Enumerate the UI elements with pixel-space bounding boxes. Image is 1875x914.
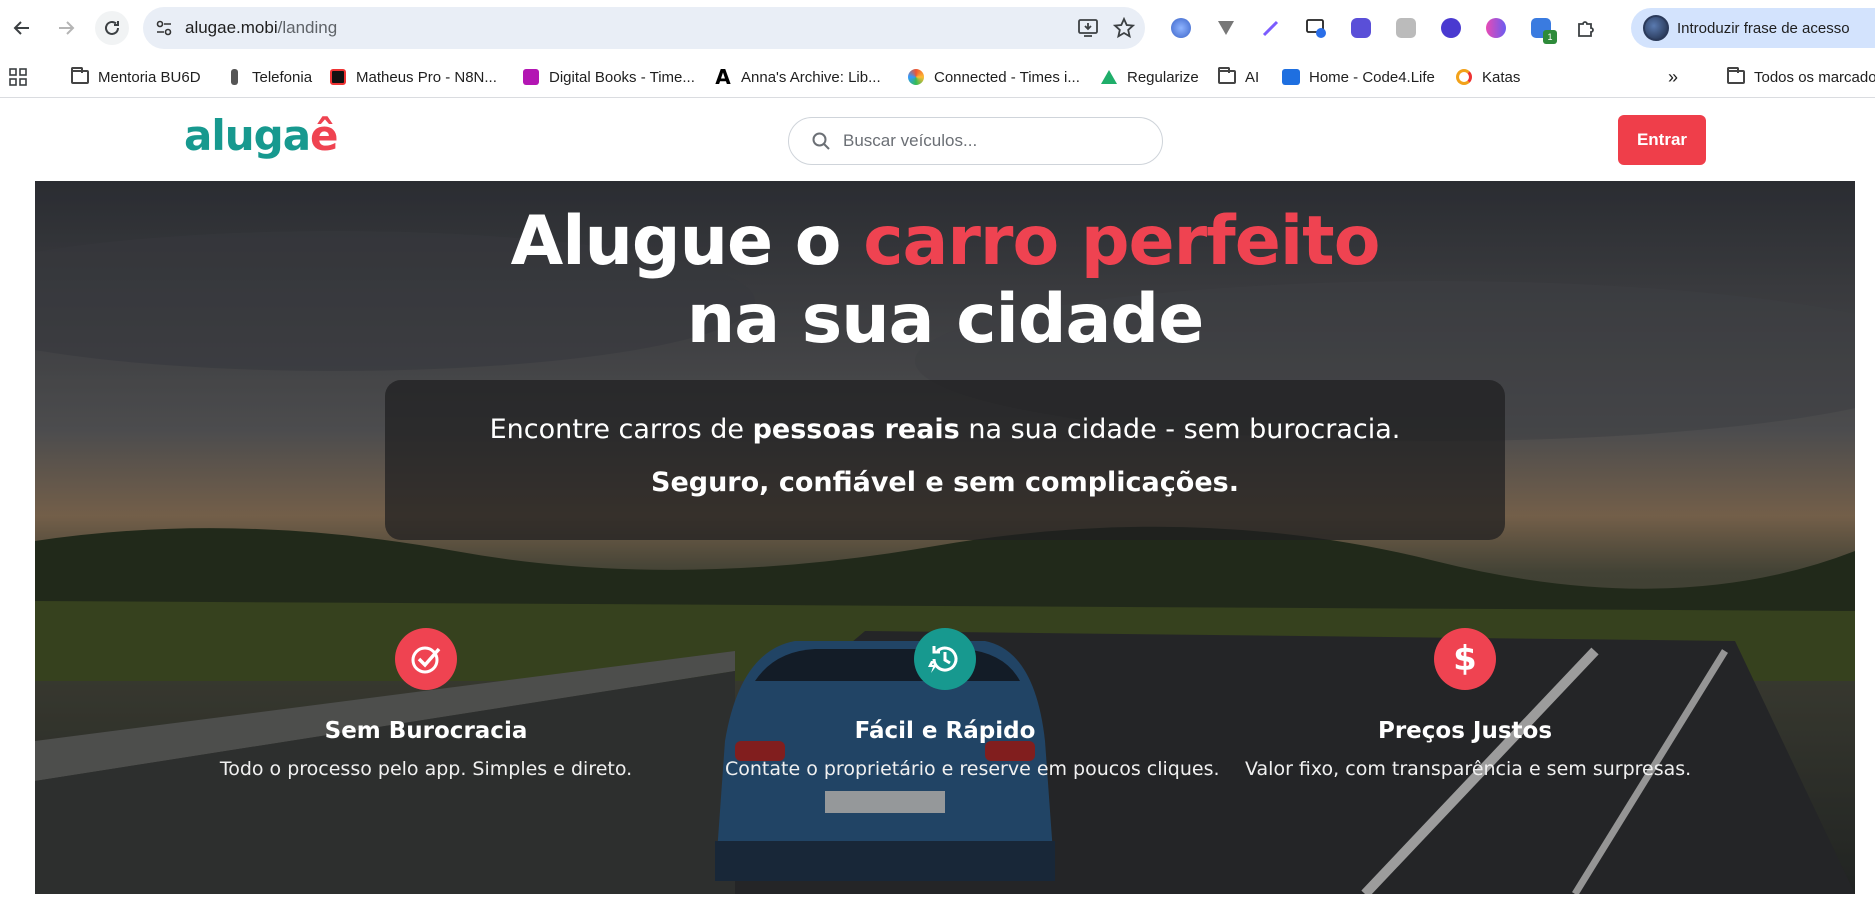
katas-icon: [1455, 68, 1473, 86]
hero-section: Alugue o carro perfeito na sua cidade En…: [35, 181, 1855, 894]
browser-toolbar: alugae.mobi/landing 1 Introduzir frase d…: [0, 0, 1875, 56]
bookmarks-bar: Mentoria BU6D Telefonia Matheus Pro - N8…: [0, 56, 1875, 98]
site-header: alugaê Entrar: [0, 99, 1875, 181]
alugae-logo[interactable]: alugaê: [184, 111, 339, 160]
reload-icon: [105, 20, 119, 35]
folder-icon: [1727, 67, 1745, 86]
bookmark-star-icon[interactable]: [1113, 17, 1135, 39]
extension-brain-icon[interactable]: [1478, 10, 1514, 46]
site-info-icon[interactable]: [147, 11, 181, 45]
bookmark-regularize[interactable]: Regularize: [1100, 56, 1199, 98]
search-icon: [812, 132, 830, 150]
extensions-puzzle-icon[interactable]: [1568, 10, 1604, 46]
bookmark-telefonia[interactable]: Telefonia: [225, 56, 312, 98]
feature-precos-justos: $ Preços Justos Valor fixo, com transpar…: [1245, 628, 1692, 780]
back-arrow-icon: [13, 21, 29, 35]
regularize-icon: [1100, 68, 1118, 86]
login-button[interactable]: Entrar: [1618, 115, 1706, 165]
phone-icon: [225, 68, 243, 86]
install-app-icon[interactable]: [1077, 17, 1099, 39]
history-bolt-icon: [914, 628, 976, 690]
reload-button[interactable]: [95, 11, 129, 45]
extension-vee-icon[interactable]: [1208, 10, 1244, 46]
extension-book-icon[interactable]: [1388, 10, 1424, 46]
feature-description: Todo o processo pelo app. Simples e dire…: [219, 758, 633, 780]
feature-sem-burocracia: Sem Burocracia Todo o processo pelo app.…: [206, 628, 646, 780]
address-bar[interactable]: alugae.mobi/landing: [143, 7, 1145, 49]
bookmark-connected[interactable]: Connected - Times i...: [907, 56, 1080, 98]
bookmark-digital-books[interactable]: Digital Books - Time...: [522, 56, 695, 98]
bookmark-matheus-pro[interactable]: Matheus Pro - N8N...: [329, 56, 497, 98]
all-bookmarks-folder[interactable]: Todos os marcadores: [1727, 56, 1875, 98]
feature-description: Valor fixo, com transparência e sem surp…: [1245, 758, 1692, 780]
hero-title: Alugue o carro perfeito na sua cidade: [510, 202, 1381, 359]
extension-gear-icon[interactable]: [1343, 10, 1379, 46]
code4life-icon: [1282, 68, 1300, 86]
hero-tagline: Seguro, confiável e sem complicações.: [651, 467, 1239, 498]
extension-screen-icon[interactable]: [1298, 10, 1334, 46]
n8n-icon: [329, 68, 347, 86]
feature-title: Fácil e Rápido: [854, 718, 1036, 744]
forward-button[interactable]: [46, 8, 86, 48]
feature-title: Preços Justos: [1377, 718, 1553, 744]
apps-grid-icon: [9, 68, 27, 86]
back-button[interactable]: [2, 8, 42, 48]
profile-label: Introduzir frase de acesso: [1677, 19, 1850, 37]
bookmark-mentoria[interactable]: Mentoria BU6D: [71, 56, 201, 98]
feature-description: Contate o proprietário e reserve em pouc…: [725, 758, 1220, 780]
extension-code-icon[interactable]: 1: [1523, 10, 1559, 46]
more-bookmarks-button[interactable]: »: [1668, 56, 1678, 98]
feature-title: Sem Burocracia: [324, 718, 528, 744]
bookmark-annas-archive[interactable]: A Anna's Archive: Lib...: [714, 56, 880, 98]
hero-subtitle: Encontre carros de pessoas reais na sua …: [489, 414, 1401, 445]
dollar-icon: $: [1434, 628, 1496, 690]
check-circle-icon: [395, 628, 457, 690]
extension-1-icon[interactable]: [1163, 10, 1199, 46]
feature-facil-rapido: Fácil e Rápido Contate o proprietário e …: [725, 628, 1220, 780]
apps-grid-button[interactable]: [9, 56, 27, 98]
extension-face-icon[interactable]: [1433, 10, 1469, 46]
url-text: alugae.mobi/landing: [185, 18, 338, 37]
book-icon: [522, 68, 540, 86]
folder-icon: [1218, 67, 1236, 86]
bookmark-code4life[interactable]: Home - Code4.Life: [1282, 56, 1435, 98]
vehicle-search[interactable]: [788, 117, 1163, 165]
connected-icon: [907, 68, 925, 86]
annas-archive-icon: A: [715, 65, 731, 89]
profile-button[interactable]: Introduzir frase de acesso: [1631, 8, 1875, 48]
bookmark-ai[interactable]: AI: [1218, 56, 1259, 98]
avatar: [1643, 15, 1669, 41]
forward-arrow-icon: [59, 21, 75, 35]
chevron-double-right-icon: »: [1668, 66, 1679, 87]
extension-feather-icon[interactable]: [1253, 10, 1289, 46]
bookmark-katas[interactable]: Katas: [1455, 56, 1520, 98]
hero-subtitle-box: Encontre carros de pessoas reais na sua …: [385, 380, 1505, 540]
folder-icon: [71, 67, 89, 86]
search-input[interactable]: [843, 131, 1133, 151]
